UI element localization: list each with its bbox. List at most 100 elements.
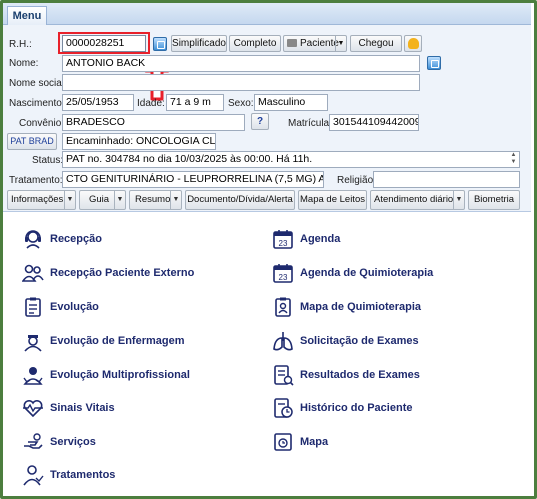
nurse-icon	[24, 335, 42, 352]
nome-social-label: Nome social:	[9, 78, 67, 89]
menu-item-label: Mapa de Quimioterapia	[300, 301, 422, 313]
menu-item-label: Solicitação de Exames	[300, 335, 419, 347]
menu-item-label: Recepção	[50, 233, 102, 245]
menu-item-label: Evolução de Enfermagem	[50, 335, 185, 347]
convenio-label: Convênio:	[19, 118, 65, 129]
clipboard-icon	[25, 297, 41, 317]
menu-item-label: Tratamentos	[50, 469, 116, 481]
calendar-icon: 23	[273, 230, 293, 249]
completo-button[interactable]: Completo	[229, 35, 281, 52]
encaminhado-input[interactable]: Encaminhado: ONCOLOGIA CLIN	[62, 133, 216, 150]
svg-text:23: 23	[279, 239, 288, 248]
sexo-input[interactable]: Masculino	[254, 94, 328, 111]
convenio-input[interactable]: BRADESCO	[62, 114, 245, 131]
menu-item-label: Agenda de Quimioterapia	[300, 267, 434, 279]
menu-item-label: Evolução Multiprofissional	[50, 369, 190, 381]
paciente-dropdown-icon[interactable]: ▼	[335, 36, 346, 51]
paciente-label: Paciente	[300, 38, 339, 49]
status-scroll-icon[interactable]: ▲ ▼	[508, 152, 519, 167]
map-icon	[274, 433, 292, 451]
lungs-icon	[273, 332, 293, 351]
nascimento-label: Nascimento:	[9, 98, 65, 109]
chevron-down-icon: ▼	[453, 191, 464, 209]
history-icon	[274, 398, 293, 418]
menu-item-evolucao[interactable]: Evolução	[22, 296, 99, 318]
idade-input[interactable]: 71 a 9 m	[166, 94, 224, 111]
tratamento-input[interactable]: CTO GENITURINÁRIO - LEUPRORRELINA (7,5 M…	[62, 171, 324, 188]
nome-search-icon[interactable]	[427, 56, 441, 70]
rh-label: R.H.:	[9, 39, 32, 50]
menu-atendimento-label: Atendimento diário	[374, 194, 454, 205]
doctor-icon	[23, 367, 43, 385]
person-icon	[23, 465, 44, 486]
rh-input[interactable]: 0000028251	[62, 35, 146, 52]
menu-item-label: Sinais Vitais	[50, 402, 115, 414]
test-results-icon	[274, 365, 294, 386]
menu-item-evolucao-multi[interactable]: Evolução Multiprofissional	[22, 364, 190, 386]
menu-item-recepcao-externo[interactable]: Recepção Paciente Externo	[22, 262, 194, 284]
tratamento-label: Tratamento:	[9, 175, 63, 186]
menu-item-mapa-quimio[interactable]: Mapa de Quimioterapia	[272, 296, 421, 318]
menu-item-solicitacao-exames[interactable]: Solicitação de Exames	[272, 330, 419, 352]
menu-item-label: Histórico do Paciente	[300, 402, 413, 414]
religiao-label: Religião:	[337, 175, 376, 186]
svg-text:23: 23	[279, 273, 288, 282]
menu-resumo[interactable]: Resumo ▼	[129, 190, 182, 210]
menu-item-tratamentos[interactable]: Tratamentos	[22, 464, 115, 486]
menu-item-label: Serviços	[50, 436, 96, 448]
menu-item-sinais-vitais[interactable]: Sinais Vitais	[22, 397, 115, 419]
chevron-down-icon: ▼	[64, 191, 75, 209]
nome-input[interactable]: ANTONIO BACK	[62, 55, 420, 72]
menu-item-evolucao-enfermagem[interactable]: Evolução de Enfermagem	[22, 330, 185, 352]
heartbeat-icon	[23, 399, 43, 418]
clipboard-person-icon	[275, 297, 291, 317]
menu-mapa-leitos[interactable]: Mapa de Leitos	[298, 190, 367, 210]
sexo-label: Sexo:	[228, 98, 254, 109]
users-icon	[22, 264, 44, 282]
paciente-button[interactable]: Paciente ▼	[283, 35, 347, 52]
menu-item-servicos[interactable]: Serviços	[22, 431, 96, 453]
menu-documento[interactable]: Documento/Dívida/Alerta	[185, 190, 295, 210]
menu-item-historico[interactable]: Histórico do Paciente	[272, 397, 412, 419]
status-field: PAT no. 304784 no dia 10/03/2025 às 00:0…	[62, 151, 520, 168]
help-button[interactable]: ?	[251, 113, 269, 130]
menu-item-agenda[interactable]: 23 Agenda	[272, 228, 340, 250]
menu-guia-label: Guia	[89, 194, 110, 205]
chegou-button[interactable]: Chegou	[350, 35, 402, 52]
chevron-down-icon: ▼	[114, 191, 125, 209]
calendar-icon: 23	[273, 264, 293, 283]
patient-panel: R.H.: 0000028251 Simplificado Completo P…	[3, 25, 531, 212]
hand-icon[interactable]	[404, 35, 422, 52]
status-label: Status:	[32, 155, 64, 166]
headset-icon	[25, 230, 41, 249]
menu-item-label: Evolução	[50, 301, 99, 313]
menu-item-label: Mapa	[300, 436, 329, 448]
menu-item-recepcao[interactable]: Recepção	[22, 228, 102, 250]
tab-menu[interactable]: Menu	[7, 6, 47, 25]
menu-informacoes-label: Informações	[11, 194, 64, 205]
religiao-input[interactable]	[373, 171, 520, 188]
rh-search-icon[interactable]	[153, 37, 167, 51]
menu-item-label: Recepção Paciente Externo	[50, 267, 195, 279]
menu-resumo-label: Resumo	[135, 194, 171, 205]
printer-icon	[287, 39, 297, 47]
menu-biometria[interactable]: Biometria	[468, 190, 520, 210]
matricula-input[interactable]: 301544109442009	[329, 114, 419, 131]
menu-informacoes[interactable]: Informações ▼	[7, 190, 76, 210]
nome-social-input[interactable]	[62, 74, 420, 91]
idade-label: Idade:	[137, 98, 165, 109]
hand-service-icon	[24, 433, 43, 449]
matricula-label: Matrícula:	[288, 118, 332, 129]
chevron-down-icon: ▼	[170, 191, 181, 209]
menu-item-mapa[interactable]: Mapa	[272, 431, 328, 453]
menu-item-label: Resultados de Exames	[300, 369, 420, 381]
pat-brad-button[interactable]: PAT BRAD	[7, 133, 57, 150]
nascimento-input[interactable]: 25/05/1953	[62, 94, 134, 111]
simplificado-button[interactable]: Simplificado	[171, 35, 227, 52]
menu-atendimento[interactable]: Atendimento diário ▼	[370, 190, 465, 210]
menu-guia[interactable]: Guia ▼	[79, 190, 126, 210]
nome-label: Nome:	[9, 58, 39, 69]
menu-item-agenda-quimio[interactable]: 23 Agenda de Quimioterapia	[272, 262, 433, 284]
menu-item-resultados-exames[interactable]: Resultados de Exames	[272, 364, 420, 386]
tab-bar: Menu	[3, 3, 531, 25]
